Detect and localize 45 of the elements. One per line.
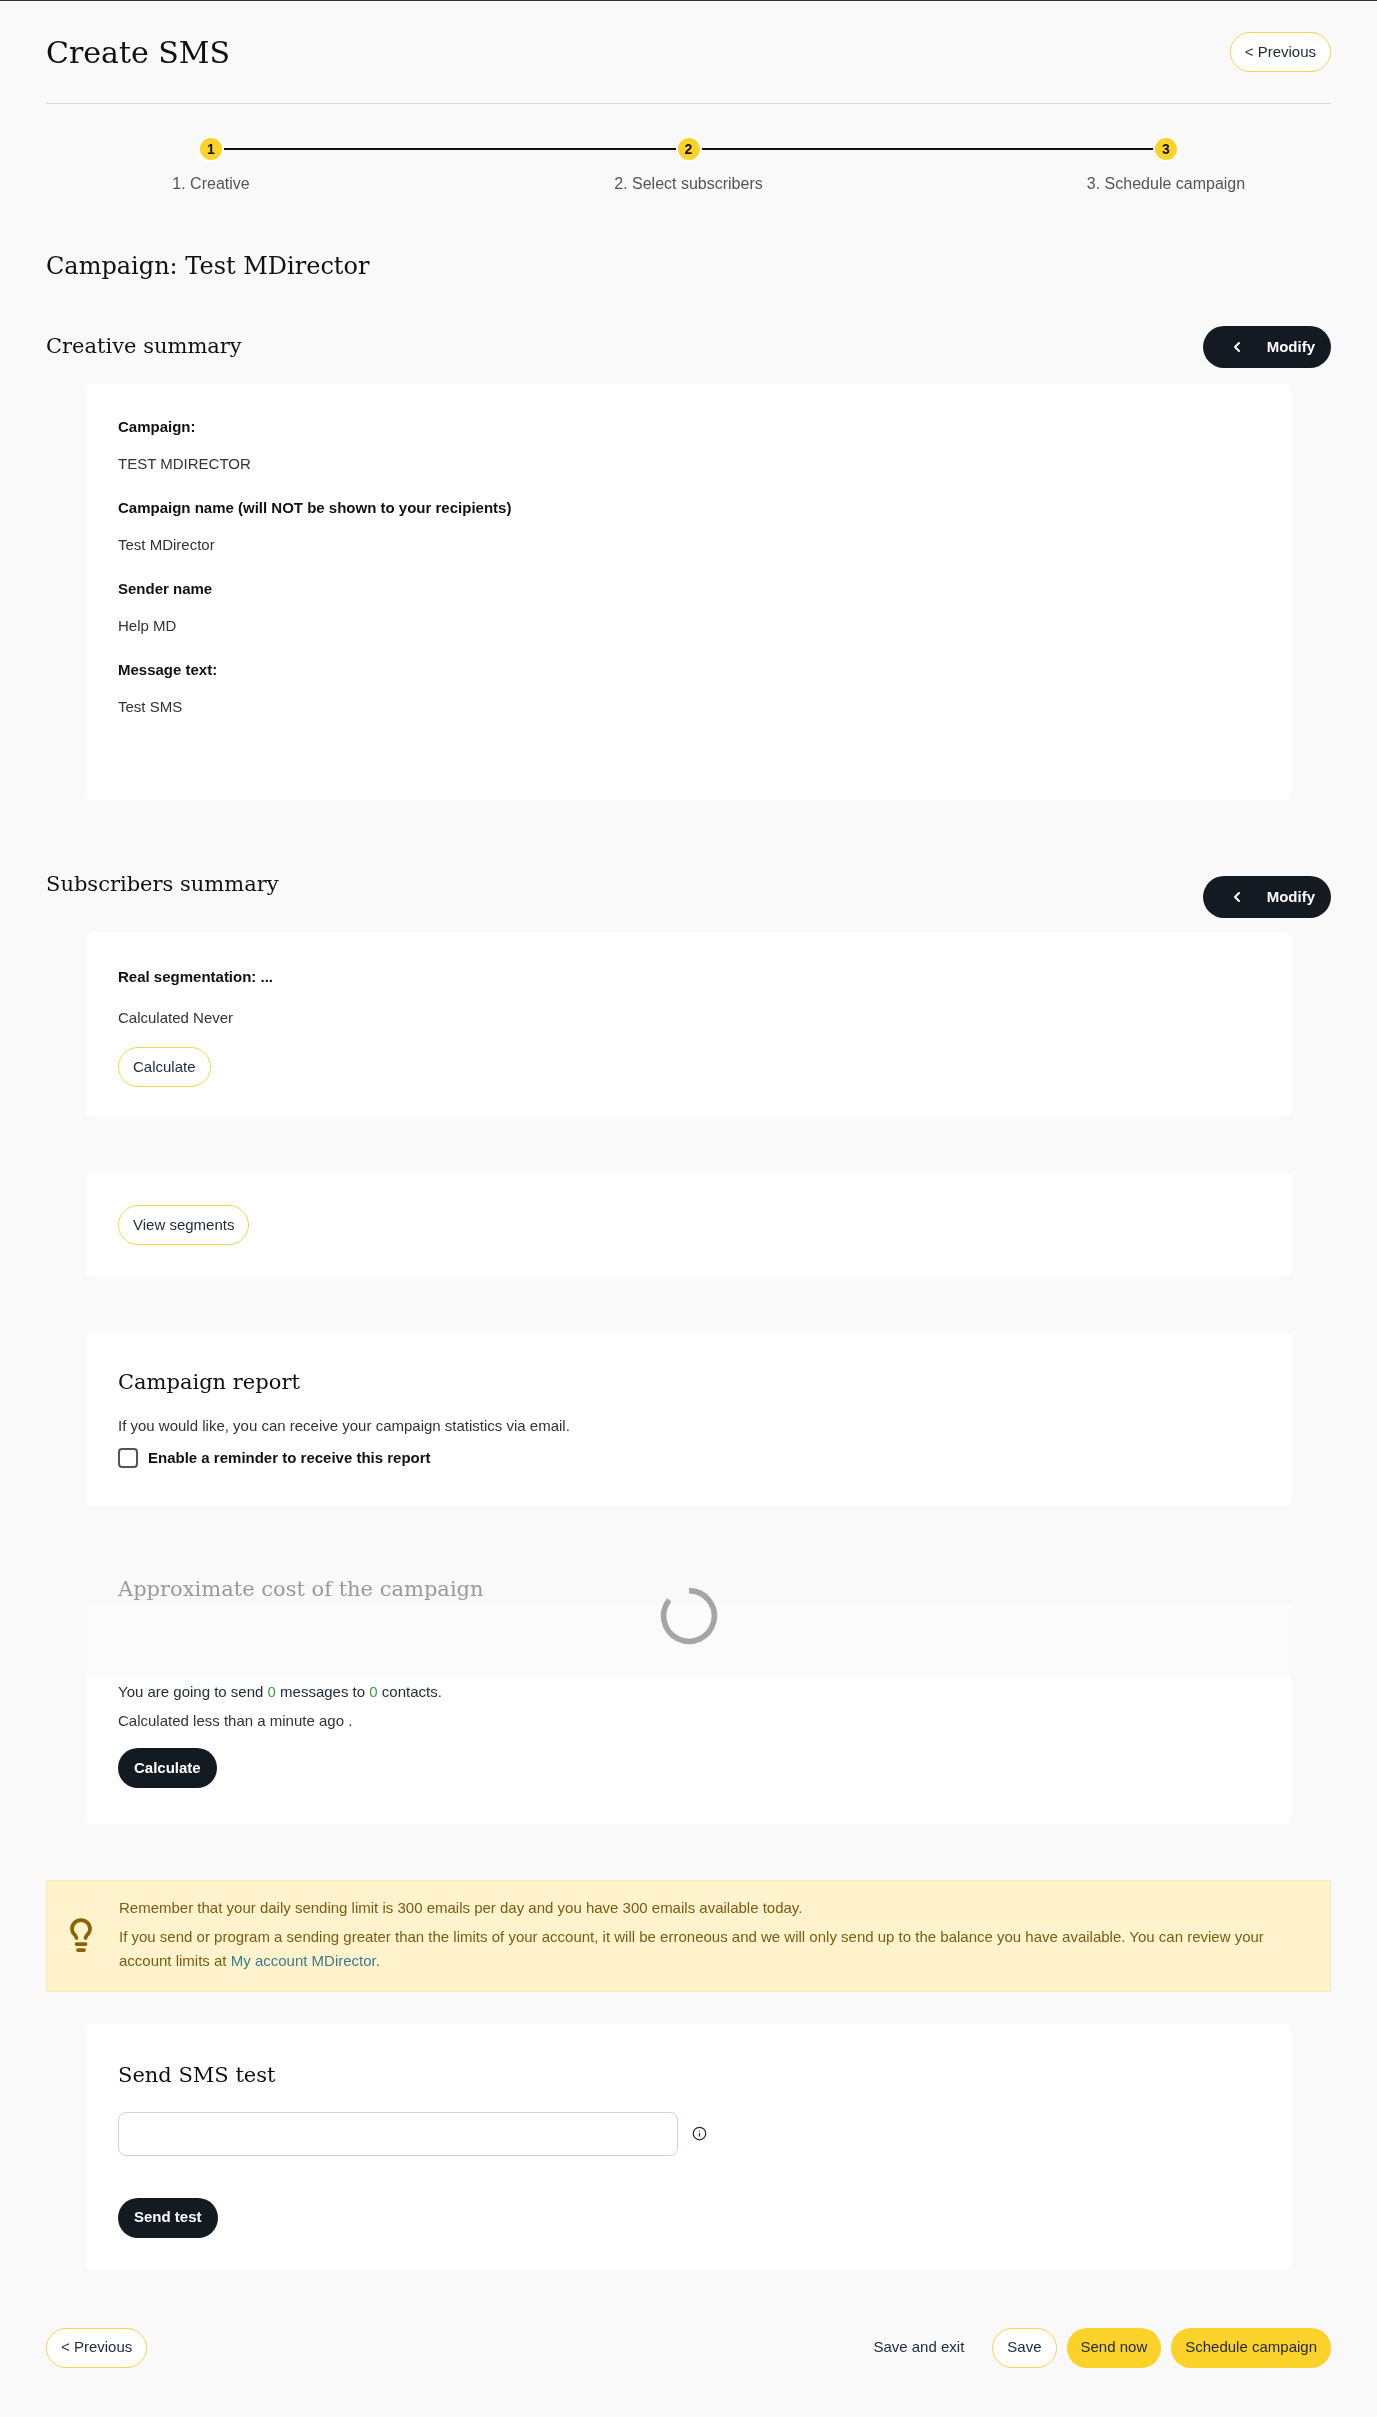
schedule-campaign-button[interactable]: Schedule campaign bbox=[1171, 2327, 1331, 2368]
previous-button[interactable]: < Previous bbox=[46, 2327, 148, 2368]
calculated-text: Calculated less than a minute ago . bbox=[118, 1710, 354, 1731]
send-now-button[interactable]: Send now bbox=[1066, 2327, 1162, 2368]
field-value: Calculated Never bbox=[118, 1007, 235, 1028]
step-number: 1 bbox=[198, 136, 224, 162]
field-value: Test SMS bbox=[118, 696, 184, 717]
step-label: 2. Select subscribers bbox=[614, 174, 763, 194]
notice-text: If you send or program a sending greater than the limits of your account, it will be erroneous and we will only send up to the balance you have available. You can review your account limits at My account MDirector. bbox=[119, 1927, 1265, 1971]
cost-summary-text: You are going to send 0 messages to 0 contacts. bbox=[118, 1682, 443, 1702]
card-title: Approximate cost of the campaign bbox=[117, 1575, 485, 1603]
field-value: TEST MDIRECTOR bbox=[118, 453, 252, 474]
modify-button[interactable]: Modify bbox=[1202, 876, 1331, 918]
step-label: 3. Schedule campaign bbox=[1086, 174, 1246, 194]
campaign-title: Campaign: Test MDirector bbox=[46, 251, 371, 282]
modify-button[interactable]: Modify bbox=[1202, 326, 1331, 368]
field-label: Sender name bbox=[118, 579, 214, 599]
reminder-checkbox[interactable] bbox=[118, 1448, 138, 1469]
field-label: Real segmentation: ... bbox=[118, 967, 275, 987]
page-title: Create SMS bbox=[46, 33, 231, 72]
step-number: 2 bbox=[675, 136, 702, 162]
calculate-button[interactable]: Calculate bbox=[118, 1748, 217, 1788]
info-icon bbox=[692, 2126, 707, 2141]
save-button[interactable]: Save bbox=[992, 2327, 1057, 2368]
card-title: Send SMS test bbox=[118, 2062, 277, 2089]
checkbox-label: Enable a reminder to receive this report bbox=[148, 1448, 431, 1468]
phone-input-field[interactable] bbox=[118, 2111, 678, 2156]
field-value: Test MDirector bbox=[118, 534, 216, 555]
card-title: Campaign report bbox=[118, 1369, 301, 1396]
save-and-exit-button[interactable]: Save and exit bbox=[855, 2327, 983, 2368]
field-value: Help MD bbox=[118, 615, 178, 636]
description-text: If you would like, you can receive your campaign statistics via email. bbox=[118, 1415, 571, 1436]
view-segments-button[interactable]: View segments bbox=[118, 1205, 250, 1245]
field-label: Campaign: bbox=[118, 417, 197, 437]
section-title: Subscribers summary bbox=[46, 871, 279, 899]
field-label: Message text: bbox=[118, 660, 219, 680]
section-title: Creative summary bbox=[46, 333, 242, 361]
calculate-button[interactable]: Calculate bbox=[118, 1047, 211, 1087]
previous-button[interactable]: < Previous bbox=[1229, 32, 1331, 72]
step-number: 3 bbox=[1153, 136, 1179, 162]
step-label: 1. Creative bbox=[172, 174, 250, 194]
field-label: Campaign name (will NOT be shown to your recipients) bbox=[118, 498, 513, 518]
notice-text: Remember that your daily sending limit is 300 emails per day and you have 300 emails available today. bbox=[119, 1898, 804, 1918]
send-test-button[interactable]: Send test bbox=[118, 2197, 218, 2238]
account-link[interactable]: My account MDirector bbox=[230, 1952, 376, 1969]
